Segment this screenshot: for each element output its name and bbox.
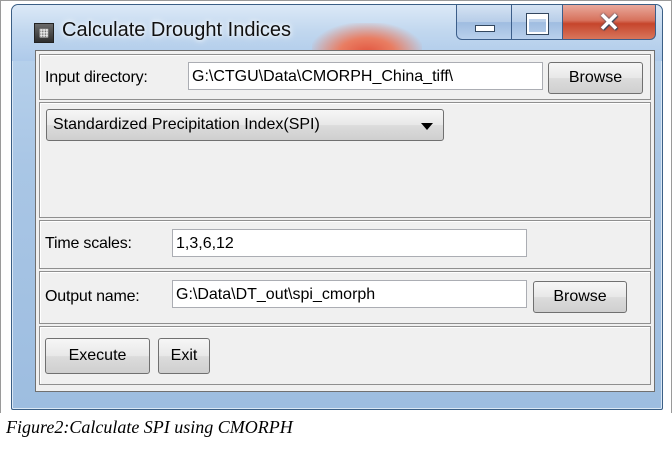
input-directory-field[interactable]: G:\CTGU\Data\CMORPH_China_tiff\ [188, 62, 543, 90]
output-name-field[interactable]: G:\Data\DT_out\spi_cmorph [172, 280, 527, 308]
maximize-icon [526, 13, 549, 35]
maximize-button[interactable] [512, 5, 563, 40]
index-dropdown-value: Standardized Precipitation Index(SPI) [53, 116, 320, 133]
index-dropdown[interactable]: Standardized Precipitation Index(SPI) [46, 109, 444, 141]
exit-button[interactable]: Exit [158, 338, 210, 374]
time-scales-panel: Time scales: 1,3,6,12 [39, 220, 651, 269]
input-directory-label: Input directory: [45, 69, 148, 86]
close-icon: ✕ [598, 7, 620, 37]
app-icon[interactable]: ▦ [34, 23, 54, 43]
time-scales-field[interactable]: 1,3,6,12 [172, 229, 527, 257]
actions-panel: Execute Exit [39, 326, 651, 385]
caption-buttons: ✕ [456, 5, 656, 43]
minimize-button[interactable] [456, 5, 512, 40]
window-title: Calculate Drought Indices [62, 19, 292, 41]
figure-caption: Figure2:Calculate SPI using CMORPH [6, 417, 293, 437]
input-browse-button[interactable]: Browse [548, 62, 643, 94]
minimize-icon [475, 25, 495, 32]
output-panel: Output name: G:\Data\DT_out\spi_cmorph B… [39, 271, 651, 324]
chevron-down-icon [421, 123, 433, 130]
output-browse-button[interactable]: Browse [533, 281, 627, 313]
input-panel: Input directory: G:\CTGU\Data\CMORPH_Chi… [39, 54, 651, 100]
time-scales-label: Time scales: [45, 235, 132, 252]
close-button[interactable]: ✕ [563, 5, 656, 40]
dialog-window: ▦ Calculate Drought Indices ✕ Input dire… [11, 4, 663, 410]
execute-button[interactable]: Execute [45, 338, 150, 374]
output-name-label: Output name: [45, 288, 140, 305]
index-panel: Standardized Precipitation Index(SPI) [39, 102, 651, 218]
client-area: Input directory: G:\CTGU\Data\CMORPH_Chi… [35, 50, 655, 392]
